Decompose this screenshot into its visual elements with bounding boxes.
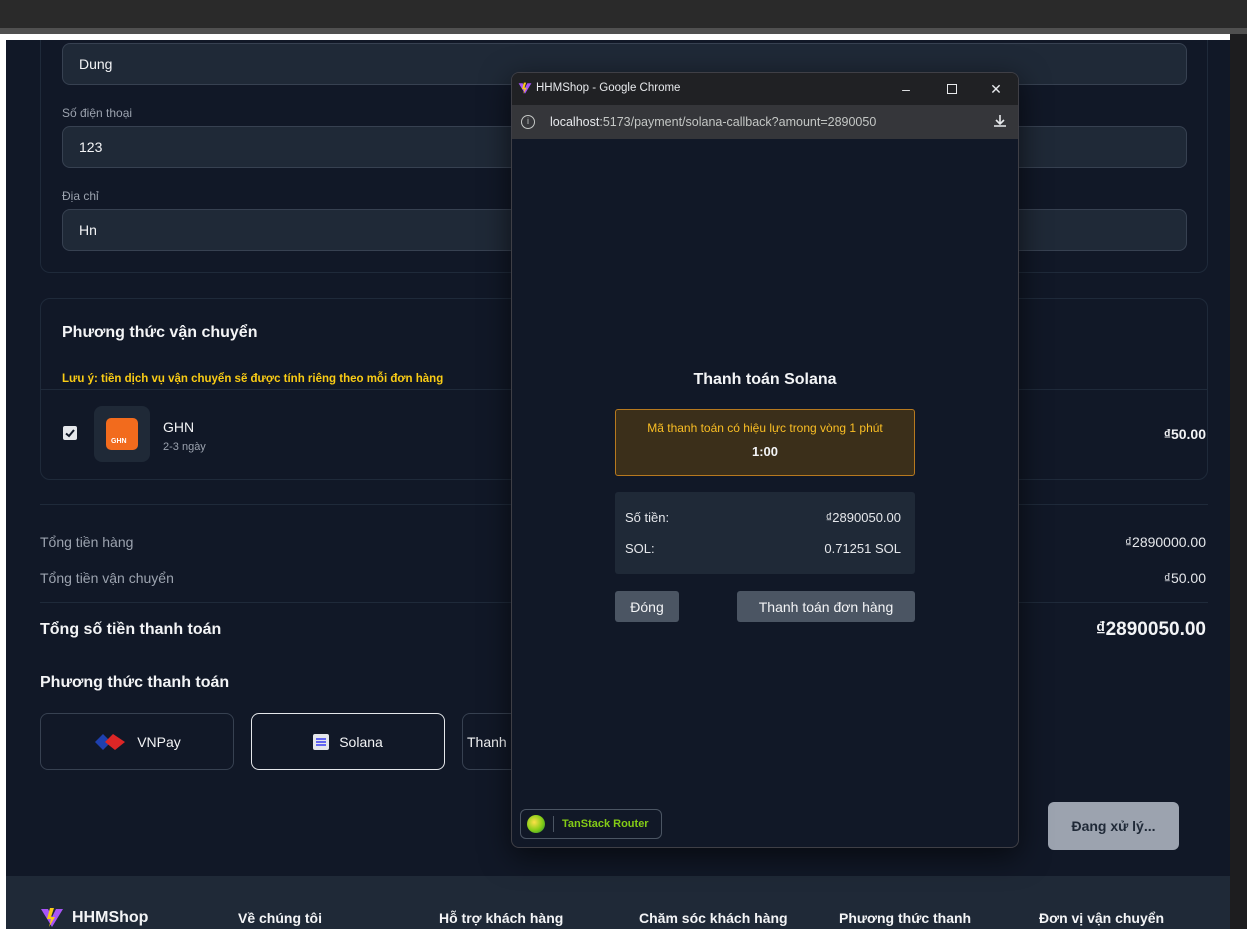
footer-link-payment-methods[interactable]: Phương thức thanh: [839, 910, 971, 926]
carrier-eta: 2-3 ngày: [163, 441, 206, 453]
footer-link-shipping-units[interactable]: Đơn vị vận chuyển: [1039, 910, 1164, 926]
brand-name: HHMShop: [72, 909, 149, 926]
footer-link-about[interactable]: Về chúng tôi: [238, 910, 322, 926]
grand-total-value: ₫2890050.00: [1095, 619, 1206, 640]
browser-top-bar: [0, 0, 1247, 34]
vnpay-icon: [95, 733, 126, 750]
solana-heading: Thanh toán Solana: [693, 371, 837, 388]
items-total-label: Tổng tiền hàng: [40, 534, 134, 550]
popup-title-bar[interactable]: HHMShop - Google Chrome – ✕: [512, 73, 1018, 105]
shipping-note: Lưu ý: tiền dịch vụ vận chuyển sẽ được t…: [62, 373, 444, 385]
processing-button[interactable]: Đang xử lý...: [1048, 802, 1179, 850]
minimize-icon[interactable]: –: [894, 79, 918, 99]
download-icon[interactable]: [992, 113, 1008, 129]
payment-option-solana[interactable]: Solana: [251, 713, 445, 770]
phone-value: 123: [79, 139, 103, 155]
footer-link-care[interactable]: Chăm sóc khách hàng: [639, 910, 788, 926]
address-value: Hn: [79, 222, 97, 238]
close-icon[interactable]: ✕: [984, 79, 1008, 99]
sol-label: SOL:: [625, 541, 655, 556]
payment-option-vnpay[interactable]: VNPay: [40, 713, 234, 770]
ghn-logo-icon: GHN: [106, 418, 138, 450]
vnpay-label: VNPay: [137, 733, 181, 750]
window-title: HHMShop - Google Chrome: [536, 82, 681, 94]
app-logo-icon: [518, 82, 532, 94]
maximize-icon[interactable]: [940, 79, 964, 99]
phone-label: Số điện thoại: [62, 106, 133, 120]
grand-total-label: Tổng số tiền thanh toán: [40, 621, 222, 638]
timer-message: Mã thanh toán có hiệu lực trong vòng 1 p…: [647, 421, 883, 435]
url-host: localhost: [550, 115, 600, 129]
pay-order-button[interactable]: Thanh toán đơn hàng: [737, 591, 915, 622]
payment-title: Phương thức thanh toán: [40, 674, 230, 691]
solana-payment-popup: HHMShop - Google Chrome – ✕ i localhost:…: [511, 72, 1019, 848]
tanstack-label: TanStack Router: [562, 818, 649, 830]
solana-label: Solana: [339, 733, 383, 750]
scrollbar-track[interactable]: [1230, 34, 1247, 929]
transfer-label: Thanh: [467, 733, 507, 750]
divider: [553, 816, 554, 832]
tanstack-logo-icon: [527, 815, 545, 833]
timer-countdown: 1:00: [751, 444, 779, 459]
carrier-price: ₫50.00: [1163, 426, 1206, 442]
amount-label: Số tiền:: [625, 510, 670, 525]
address-label: Địa chỉ: [62, 189, 99, 203]
site-info-icon[interactable]: i: [521, 115, 535, 129]
amount-value: ₫2890050.00: [825, 510, 901, 525]
shipping-total-value: ₫50.00: [1163, 570, 1206, 586]
timer-box: Mã thanh toán có hiệu lực trong vòng 1 p…: [615, 409, 915, 476]
solana-icon: [313, 733, 330, 750]
ghn-logo-text: GHN: [111, 438, 127, 445]
address-bar[interactable]: i localhost:5173/payment/solana-callback…: [512, 105, 1018, 139]
tanstack-router-devtools-button[interactable]: TanStack Router: [520, 809, 662, 839]
shipping-title: Phương thức vận chuyển: [62, 324, 258, 341]
items-total-value: ₫2890000.00: [1124, 534, 1206, 550]
ghn-logo-frame: GHN: [94, 406, 150, 462]
amount-box: Số tiền: ₫2890050.00 SOL: 0.71251 SOL: [615, 492, 915, 574]
url-text[interactable]: localhost:5173/payment/solana-callback?a…: [550, 115, 876, 129]
carrier-name: GHN: [163, 419, 195, 435]
check-icon: [65, 429, 75, 438]
footer-link-support[interactable]: Hỗ trợ khách hàng: [439, 910, 563, 926]
brand-logo-icon: [41, 908, 63, 927]
ghn-checkbox[interactable]: [63, 426, 77, 440]
url-path: :5173/payment/solana-callback?amount=289…: [599, 115, 877, 129]
sol-value: 0.71251 SOL: [824, 541, 901, 556]
close-button[interactable]: Đóng: [615, 591, 679, 622]
name-value: Dung: [79, 56, 113, 72]
shipping-total-label: Tổng tiền vận chuyển: [40, 570, 174, 586]
footer-brand[interactable]: HHMShop: [40, 908, 148, 928]
